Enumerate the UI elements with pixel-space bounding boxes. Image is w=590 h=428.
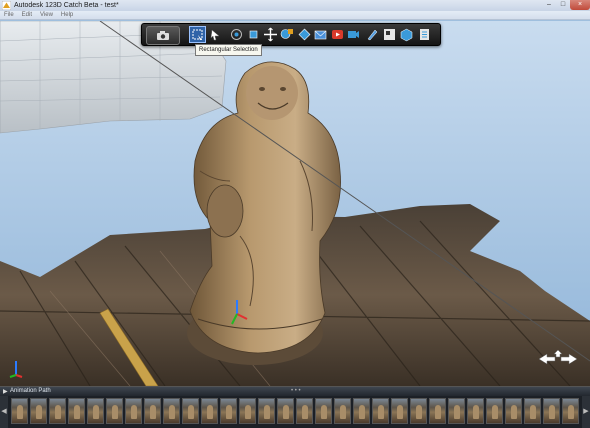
minimize-button[interactable]: – bbox=[542, 0, 556, 10]
export-icon[interactable] bbox=[382, 27, 397, 42]
lasso-selection-icon[interactable] bbox=[208, 27, 223, 42]
cube-icon[interactable] bbox=[399, 27, 414, 42]
maximize-button[interactable]: □ bbox=[556, 0, 570, 10]
menu-help[interactable]: Help bbox=[61, 11, 73, 19]
photo-thumbnail[interactable] bbox=[220, 398, 237, 424]
menu-edit[interactable]: Edit bbox=[22, 11, 32, 19]
scroll-left-button[interactable]: ◀ bbox=[0, 396, 8, 428]
navigation-arrows-icon[interactable] bbox=[537, 349, 579, 369]
photo-thumbnail[interactable] bbox=[125, 398, 142, 424]
email-icon[interactable] bbox=[313, 27, 328, 42]
photo-thumbnail[interactable] bbox=[239, 398, 256, 424]
photo-thumbnail[interactable] bbox=[258, 398, 275, 424]
photo-thumbnail[interactable] bbox=[87, 398, 104, 424]
pan-icon[interactable] bbox=[246, 27, 261, 42]
photo-thumbnail[interactable] bbox=[11, 398, 28, 424]
expand-arrow-icon[interactable]: ▶ bbox=[3, 388, 8, 396]
orbit-icon[interactable] bbox=[229, 27, 244, 42]
menu-view[interactable]: View bbox=[40, 11, 53, 19]
photo-thumbnail[interactable] bbox=[296, 398, 313, 424]
photo-thumbnail[interactable] bbox=[182, 398, 199, 424]
photo-thumbnail[interactable] bbox=[144, 398, 161, 424]
edit-icon[interactable] bbox=[365, 27, 380, 42]
menu-bar: File Edit View Help bbox=[0, 11, 590, 20]
scene-render bbox=[0, 21, 590, 386]
photo-thumbnail[interactable] bbox=[163, 398, 180, 424]
axis-indicator-icon bbox=[9, 361, 23, 378]
photo-thumbnail[interactable] bbox=[315, 398, 332, 424]
photo-thumbnail[interactable] bbox=[49, 398, 66, 424]
menu-file[interactable]: File bbox=[4, 11, 14, 19]
photo-thumbnail[interactable] bbox=[429, 398, 446, 424]
photo-thumbnail[interactable] bbox=[106, 398, 123, 424]
photo-thumbnail[interactable] bbox=[562, 398, 579, 424]
share-icon[interactable] bbox=[297, 27, 312, 42]
photo-thumbnail[interactable] bbox=[391, 398, 408, 424]
photo-thumbnail[interactable] bbox=[543, 398, 560, 424]
photo-thumbnail[interactable] bbox=[30, 398, 47, 424]
animation-path-header: ▶ Animation Path • • • bbox=[0, 386, 590, 396]
photo-thumbnail[interactable] bbox=[334, 398, 351, 424]
photo-thumbnail[interactable] bbox=[505, 398, 522, 424]
fit-icon[interactable] bbox=[279, 27, 294, 42]
resize-grip[interactable]: • • • bbox=[291, 387, 301, 395]
photo-thumbnail[interactable] bbox=[201, 398, 218, 424]
rectangular-selection-icon[interactable] bbox=[189, 26, 206, 43]
zoom-icon[interactable] bbox=[263, 27, 278, 42]
photo-thumbnail[interactable] bbox=[68, 398, 85, 424]
photo-thumbnail[interactable] bbox=[486, 398, 503, 424]
animation-path-label: Animation Path bbox=[10, 388, 51, 394]
camera-icon bbox=[157, 31, 169, 40]
camera-button[interactable] bbox=[146, 26, 180, 45]
window-title: Autodesk 123D Catch Beta - test* bbox=[14, 2, 119, 9]
document-icon[interactable] bbox=[417, 27, 432, 42]
app-logo-icon bbox=[2, 1, 11, 10]
photo-thumbnail[interactable] bbox=[410, 398, 427, 424]
photo-thumbnail[interactable] bbox=[467, 398, 484, 424]
photo-thumbnail[interactable] bbox=[524, 398, 541, 424]
close-button[interactable]: × bbox=[570, 0, 590, 10]
photo-thumbnail[interactable] bbox=[353, 398, 370, 424]
photo-thumbnail[interactable] bbox=[448, 398, 465, 424]
video-icon[interactable] bbox=[346, 27, 361, 42]
photo-thumbnail[interactable] bbox=[372, 398, 389, 424]
photo-thumbnail[interactable] bbox=[277, 398, 294, 424]
scroll-right-button[interactable]: ▶ bbox=[582, 396, 590, 428]
main-toolbar bbox=[141, 23, 441, 46]
filmstrip: ◀ ▶ bbox=[0, 396, 590, 428]
youtube-icon[interactable] bbox=[330, 27, 345, 42]
window-controls: – □ × bbox=[542, 0, 590, 11]
3d-viewport[interactable] bbox=[0, 21, 590, 386]
tooltip: Rectangular Selection bbox=[195, 44, 262, 56]
